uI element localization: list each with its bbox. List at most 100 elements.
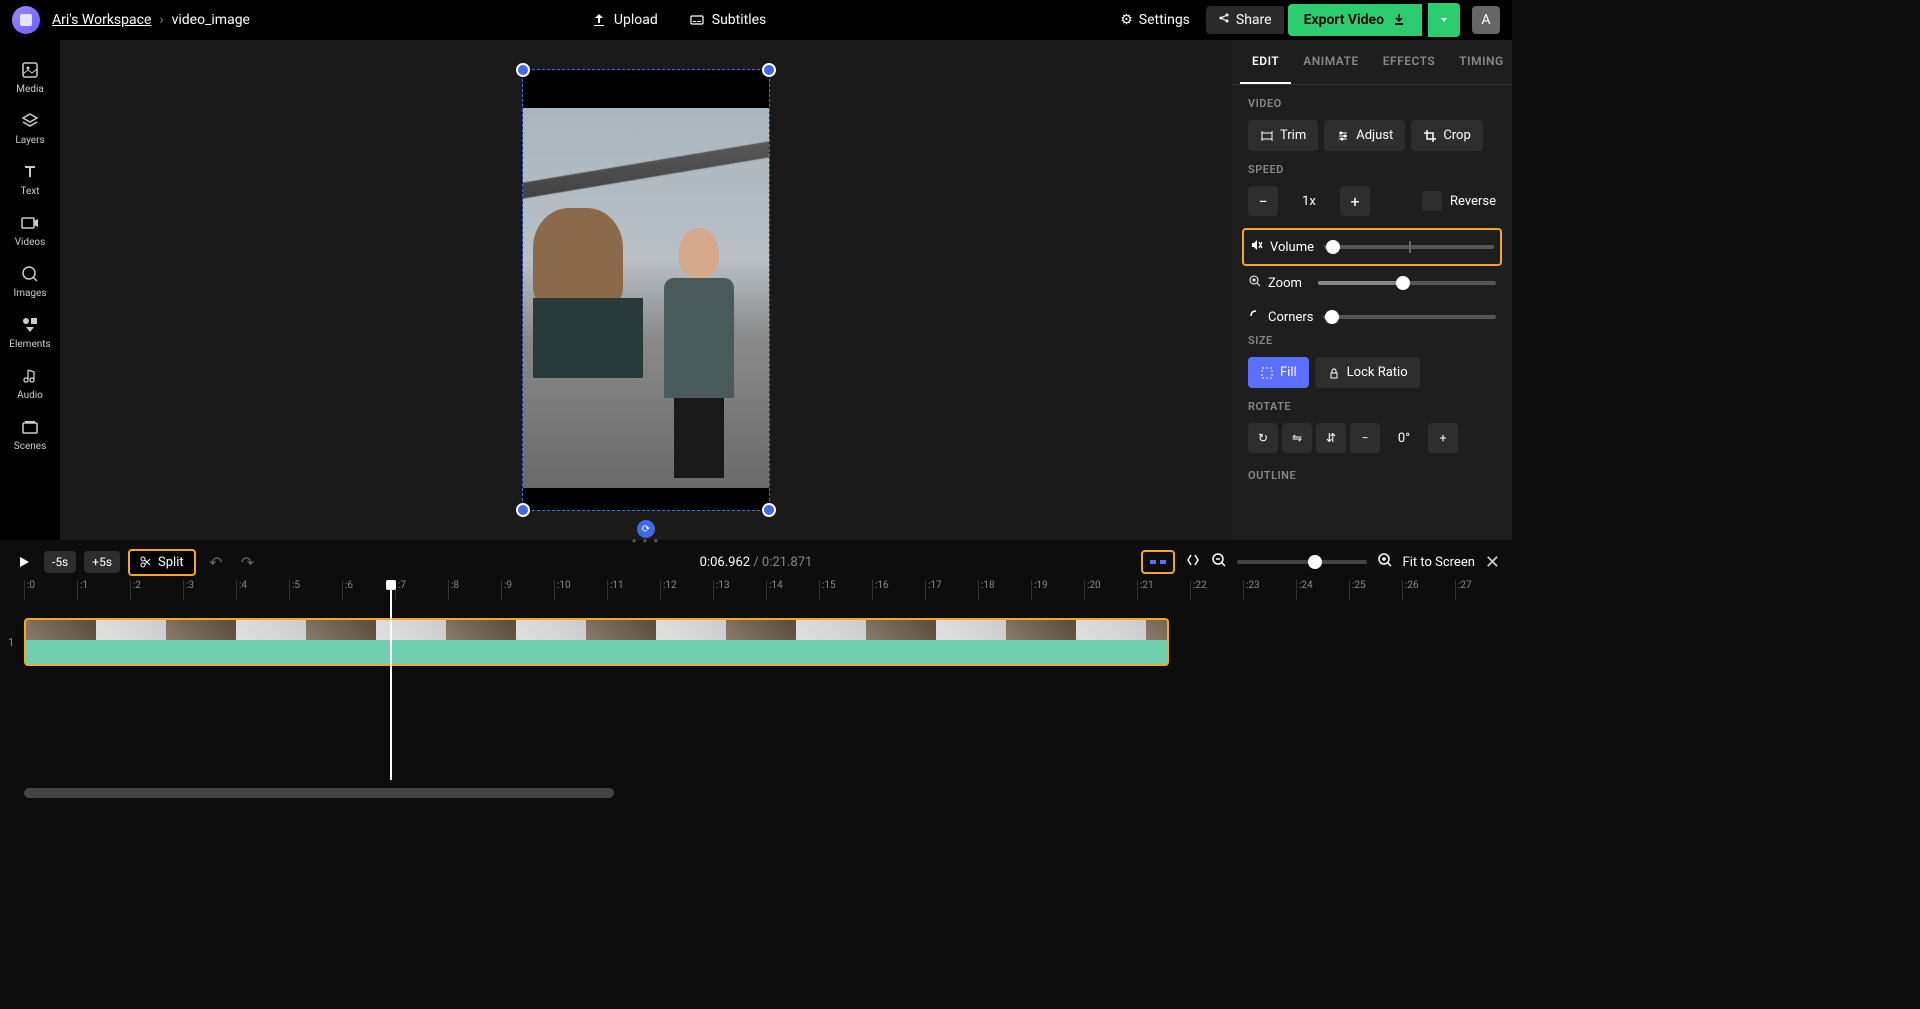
video-section-label: VIDEO <box>1248 97 1496 110</box>
video-clip[interactable] <box>24 618 1169 666</box>
track-1[interactable]: 1 <box>24 618 1169 666</box>
resize-handle-bl[interactable] <box>516 503 530 517</box>
speed-increase[interactable]: + <box>1340 186 1370 216</box>
resize-handle-tl[interactable] <box>516 63 530 77</box>
trim-button[interactable]: Trim <box>1248 120 1318 151</box>
sidebar-layers-label: Layers <box>15 135 44 146</box>
speed-decrease[interactable]: − <box>1248 186 1278 216</box>
reverse-checkbox[interactable] <box>1422 191 1442 211</box>
export-button[interactable]: Export Video <box>1288 4 1422 36</box>
ruler-tick: :20 <box>1084 580 1137 600</box>
flip-v-button[interactable]: ⇵ <box>1316 423 1346 453</box>
rotate-cw-button[interactable]: ↻ <box>1248 423 1278 453</box>
app-logo[interactable] <box>12 6 40 34</box>
rotate-increase[interactable]: + <box>1428 423 1458 453</box>
video-frame[interactable]: ⟳ <box>523 70 769 510</box>
sidebar-videos-label: Videos <box>15 237 46 248</box>
speed-value: 1x <box>1284 194 1334 209</box>
close-timeline-button[interactable]: ✕ <box>1485 552 1500 573</box>
zoom-slider[interactable] <box>1318 281 1496 285</box>
timeline-tracks[interactable]: 1 <box>0 600 1512 780</box>
sidebar-text[interactable]: Text <box>0 154 60 205</box>
timeline-mode-button[interactable] <box>1185 552 1201 572</box>
crop-button[interactable]: Crop <box>1411 120 1482 151</box>
tab-animate[interactable]: ANIMATE <box>1291 40 1370 84</box>
audio-icon <box>20 366 40 386</box>
timeline-zoom-slider[interactable] <box>1237 560 1367 564</box>
sidebar-scenes[interactable]: Scenes <box>0 409 60 460</box>
scenes-icon <box>20 417 40 437</box>
outline-section-label: OUTLINE <box>1248 469 1496 482</box>
volume-slider[interactable] <box>1324 245 1494 249</box>
snap-button[interactable] <box>1141 550 1175 574</box>
canvas-area[interactable]: ⟳ <box>60 40 1232 540</box>
ruler-tick: :15 <box>819 580 872 600</box>
fill-button[interactable]: Fill <box>1248 357 1309 388</box>
ruler-tick: :7 <box>395 580 448 600</box>
share-label: Share <box>1236 12 1272 28</box>
timeline-scrollbar[interactable] <box>0 786 1512 800</box>
adjust-button[interactable]: Adjust <box>1324 120 1405 151</box>
upload-button[interactable]: Upload <box>592 12 658 28</box>
sidebar-media-label: Media <box>16 84 44 95</box>
play-button[interactable] <box>12 550 36 574</box>
settings-label: Settings <box>1139 12 1190 28</box>
share-button[interactable]: Share <box>1206 6 1284 34</box>
sidebar-audio[interactable]: Audio <box>0 358 60 409</box>
subtitles-label: Subtitles <box>712 12 767 28</box>
tab-edit[interactable]: EDIT <box>1240 40 1291 84</box>
fit-to-screen-button[interactable]: Fit to Screen <box>1403 555 1475 570</box>
lock-ratio-label: Lock Ratio <box>1347 365 1408 380</box>
split-label: Split <box>158 555 184 570</box>
sidebar-layers[interactable]: Layers <box>0 103 60 154</box>
ruler-tick: :17 <box>925 580 978 600</box>
resize-handle-tr[interactable] <box>762 63 776 77</box>
tab-effects[interactable]: EFFECTS <box>1371 40 1448 84</box>
rotate-section-label: ROTATE <box>1248 400 1496 413</box>
subtitles-button[interactable]: Subtitles <box>690 12 767 28</box>
scrollbar-thumb[interactable] <box>24 788 614 798</box>
skip-back-button[interactable]: -5s <box>44 551 76 573</box>
export-label: Export Video <box>1304 12 1384 28</box>
rotate-decrease[interactable]: − <box>1350 423 1380 453</box>
redo-button[interactable]: ↷ <box>236 550 260 574</box>
track-number: 1 <box>8 636 14 649</box>
timeline-ruler[interactable]: :0:1:2:3:4:5:6:7:8:9:10:11:12:13:14:15:1… <box>0 580 1512 600</box>
workspace-link[interactable]: Ari's Workspace <box>52 12 151 28</box>
ruler-tick: :14 <box>766 580 819 600</box>
flip-h-button[interactable]: ⇋ <box>1282 423 1312 453</box>
tab-timing[interactable]: TIMING <box>1447 40 1512 84</box>
sidebar-images[interactable]: Images <box>0 256 60 307</box>
sidebar-elements[interactable]: Elements <box>0 307 60 358</box>
zoom-out-button[interactable] <box>1211 552 1227 572</box>
settings-button[interactable]: ⚙ Settings <box>1108 6 1202 34</box>
export-dropdown[interactable] <box>1428 3 1460 37</box>
time-display: 0:06.962 / 0:21.871 <box>700 555 813 570</box>
ruler-tick: :21 <box>1137 580 1190 600</box>
skip-forward-button[interactable]: +5s <box>84 551 120 573</box>
panel-drag-handle[interactable]: ● ● ● <box>60 536 1232 544</box>
corners-slider[interactable] <box>1323 315 1496 319</box>
resize-handle-br[interactable] <box>762 503 776 517</box>
volume-row: Volume <box>1242 228 1502 266</box>
trim-label: Trim <box>1280 128 1306 143</box>
lock-ratio-button[interactable]: Lock Ratio <box>1315 357 1420 388</box>
breadcrumb: Ari's Workspace › video_image <box>52 12 250 28</box>
ruler-tick: :23 <box>1243 580 1296 600</box>
corners-row: Corners <box>1248 300 1496 334</box>
playhead[interactable] <box>390 580 392 780</box>
ruler-tick: :8 <box>448 580 501 600</box>
volume-label: Volume <box>1270 240 1314 255</box>
reverse-label: Reverse <box>1450 194 1496 209</box>
sidebar-videos[interactable]: Videos <box>0 205 60 256</box>
user-avatar[interactable]: A <box>1472 6 1500 34</box>
sidebar-media[interactable]: Media <box>0 52 60 103</box>
volume-mute-icon[interactable] <box>1250 238 1264 256</box>
zoom-in-button[interactable] <box>1377 552 1393 572</box>
split-button[interactable]: Split <box>128 549 196 576</box>
fill-label: Fill <box>1280 365 1297 380</box>
ruler-tick: :4 <box>236 580 289 600</box>
left-sidebar: Media Layers Text Videos Images Elements… <box>0 40 60 540</box>
undo-button[interactable]: ↶ <box>204 550 228 574</box>
adjust-label: Adjust <box>1356 128 1393 143</box>
